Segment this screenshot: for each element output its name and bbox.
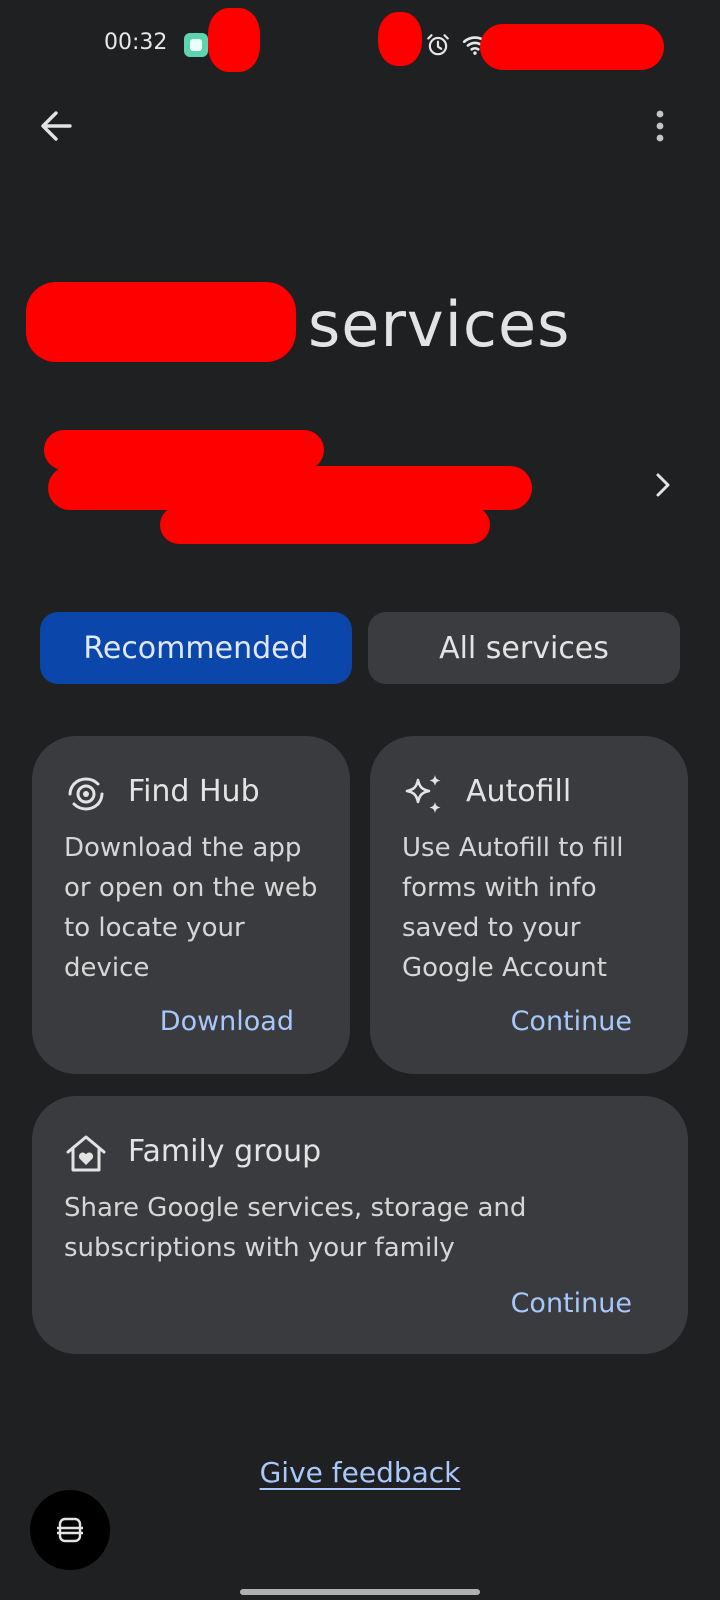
continue-button[interactable]: Continue: [511, 1006, 632, 1037]
find-hub-icon: [68, 777, 104, 811]
card-description: Share Google services, storage and subsc…: [64, 1193, 527, 1263]
tab-recommended[interactable]: Recommended: [40, 612, 352, 684]
alarm-icon: [427, 34, 449, 56]
status-bar: 00:32: [0, 0, 720, 90]
back-button[interactable]: [36, 106, 76, 146]
sparkle-icon: [405, 775, 441, 813]
chevron-right-icon[interactable]: [652, 470, 674, 500]
home-indicator[interactable]: [240, 1589, 480, 1595]
app-notification-icon: [184, 33, 208, 57]
card-title: Family group: [128, 1134, 322, 1169]
status-time: 00:32: [104, 30, 168, 55]
card-title: Autofill: [466, 774, 572, 809]
card-description: Download the app or open on the web to l…: [64, 833, 318, 983]
redaction-mark: [44, 430, 324, 470]
give-feedback-link-row: Give feedback: [0, 1456, 720, 1489]
family-home-icon: [66, 1135, 106, 1172]
more-options-button[interactable]: [648, 106, 672, 146]
download-button[interactable]: Download: [160, 1006, 294, 1037]
card-description: Use Autofill to fill forms with info sav…: [402, 833, 624, 983]
give-feedback-link[interactable]: Give feedback: [260, 1456, 461, 1489]
redaction-mark: [48, 466, 532, 510]
tab-all-services[interactable]: All services: [368, 612, 680, 684]
continue-button[interactable]: Continue: [511, 1288, 632, 1319]
redaction-mark: [160, 506, 490, 544]
redaction-mark: [208, 8, 260, 72]
screenshot-icon: [57, 1517, 83, 1543]
account-row[interactable]: [40, 420, 680, 544]
screen-capture-button[interactable]: [30, 1490, 110, 1570]
family-group-card[interactable]: Family group Share Google services, stor…: [32, 1096, 688, 1354]
card-title: Find Hub: [128, 774, 260, 809]
find-hub-card[interactable]: Find Hub Download the app or open on the…: [32, 736, 350, 1074]
page-title: services: [308, 288, 571, 361]
autofill-card[interactable]: Autofill Use Autofill to fill forms with…: [370, 736, 688, 1074]
redaction-mark: [378, 12, 422, 66]
redaction-mark: [480, 24, 664, 70]
redaction-mark: [26, 282, 296, 362]
